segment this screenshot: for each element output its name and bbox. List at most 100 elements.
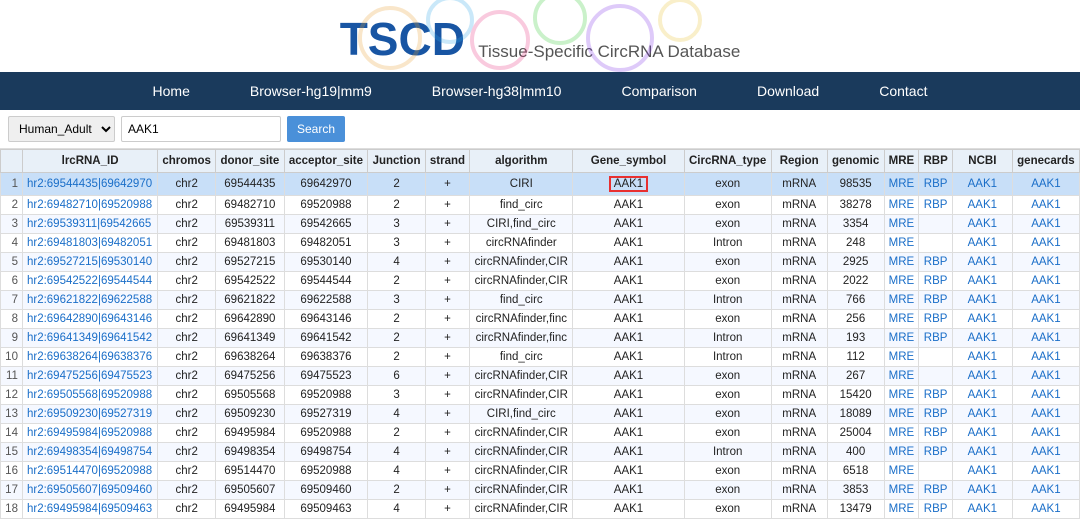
row-genecards[interactable]: AAK1 <box>1012 481 1079 500</box>
row-genecards[interactable]: AAK1 <box>1012 500 1079 519</box>
row-genecards[interactable]: AAK1 <box>1012 310 1079 329</box>
table-row[interactable]: 6hr2:69542522|69544544chr269542522695445… <box>1 272 1080 291</box>
row-rbp[interactable]: RBP <box>919 329 953 348</box>
row-id[interactable]: hr2:69505568|69520988 <box>22 386 157 405</box>
search-button[interactable]: Search <box>287 116 345 142</box>
table-row[interactable]: 5hr2:69527215|69530140chr269527215695301… <box>1 253 1080 272</box>
row-id[interactable]: hr2:69481803|69482051 <box>22 234 157 253</box>
table-row[interactable]: 8hr2:69642890|69643146chr269642890696431… <box>1 310 1080 329</box>
table-row[interactable]: 4hr2:69481803|69482051chr269481803694820… <box>1 234 1080 253</box>
row-mre[interactable]: MRE <box>884 272 919 291</box>
row-ncbi[interactable]: AAK1 <box>952 173 1012 196</box>
nav-browser-hg19[interactable]: Browser-hg19|mm9 <box>220 72 402 110</box>
row-ncbi[interactable]: AAK1 <box>952 405 1012 424</box>
row-ncbi[interactable]: AAK1 <box>952 462 1012 481</box>
row-mre[interactable]: MRE <box>884 500 919 519</box>
row-rbp[interactable]: RBP <box>919 310 953 329</box>
row-mre[interactable]: MRE <box>884 310 919 329</box>
row-mre[interactable]: MRE <box>884 173 919 196</box>
row-ncbi[interactable]: AAK1 <box>952 196 1012 215</box>
row-genecards[interactable]: AAK1 <box>1012 386 1079 405</box>
nav-comparison[interactable]: Comparison <box>591 72 726 110</box>
row-ncbi[interactable]: AAK1 <box>952 386 1012 405</box>
row-id[interactable]: hr2:69514470|69520988 <box>22 462 157 481</box>
row-id[interactable]: hr2:69475256|69475523 <box>22 367 157 386</box>
row-rbp[interactable]: RBP <box>919 443 953 462</box>
row-mre[interactable]: MRE <box>884 196 919 215</box>
row-genecards[interactable]: AAK1 <box>1012 272 1079 291</box>
row-genecards[interactable]: AAK1 <box>1012 348 1079 367</box>
row-mre[interactable]: MRE <box>884 253 919 272</box>
row-id[interactable]: hr2:69495984|69520988 <box>22 424 157 443</box>
row-genecards[interactable]: AAK1 <box>1012 234 1079 253</box>
row-rbp[interactable]: RBP <box>919 196 953 215</box>
row-id[interactable]: hr2:69505607|69509460 <box>22 481 157 500</box>
row-ncbi[interactable]: AAK1 <box>952 234 1012 253</box>
row-mre[interactable]: MRE <box>884 405 919 424</box>
row-mre[interactable]: MRE <box>884 291 919 310</box>
row-genecards[interactable]: AAK1 <box>1012 367 1079 386</box>
row-rbp[interactable]: RBP <box>919 500 953 519</box>
table-row[interactable]: 15hr2:69498354|69498754chr26949835469498… <box>1 443 1080 462</box>
row-mre[interactable]: MRE <box>884 329 919 348</box>
row-rbp[interactable]: RBP <box>919 291 953 310</box>
table-row[interactable]: 2hr2:69482710|69520988chr269482710695209… <box>1 196 1080 215</box>
row-ncbi[interactable]: AAK1 <box>952 481 1012 500</box>
row-mre[interactable]: MRE <box>884 424 919 443</box>
row-id[interactable]: hr2:69498354|69498754 <box>22 443 157 462</box>
row-id[interactable]: hr2:69527215|69530140 <box>22 253 157 272</box>
row-mre[interactable]: MRE <box>884 443 919 462</box>
table-row[interactable]: 1hr2:69544435|69642970chr269544435696429… <box>1 173 1080 196</box>
row-id[interactable]: hr2:69495984|69509463 <box>22 500 157 519</box>
row-genecards[interactable]: AAK1 <box>1012 173 1079 196</box>
row-ncbi[interactable]: AAK1 <box>952 291 1012 310</box>
row-genecards[interactable]: AAK1 <box>1012 291 1079 310</box>
row-id[interactable]: hr2:69509230|69527319 <box>22 405 157 424</box>
row-rbp[interactable]: RBP <box>919 272 953 291</box>
row-ncbi[interactable]: AAK1 <box>952 272 1012 291</box>
table-row[interactable]: 17hr2:69505607|69509460chr26950560769509… <box>1 481 1080 500</box>
table-row[interactable]: 7hr2:69621822|69622588chr269621822696225… <box>1 291 1080 310</box>
row-id[interactable]: hr2:69621822|69622588 <box>22 291 157 310</box>
nav-home[interactable]: Home <box>123 72 220 110</box>
row-id[interactable]: hr2:69539311|69542665 <box>22 215 157 234</box>
table-row[interactable]: 3hr2:69539311|69542665chr269539311695426… <box>1 215 1080 234</box>
row-mre[interactable]: MRE <box>884 367 919 386</box>
row-rbp[interactable]: RBP <box>919 253 953 272</box>
row-rbp[interactable]: RBP <box>919 481 953 500</box>
row-id[interactable]: hr2:69482710|69520988 <box>22 196 157 215</box>
table-row[interactable]: 11hr2:69475256|69475523chr26947525669475… <box>1 367 1080 386</box>
table-row[interactable]: 12hr2:69505568|69520988chr26950556869520… <box>1 386 1080 405</box>
row-mre[interactable]: MRE <box>884 462 919 481</box>
row-mre[interactable]: MRE <box>884 348 919 367</box>
row-mre[interactable]: MRE <box>884 215 919 234</box>
row-ncbi[interactable]: AAK1 <box>952 500 1012 519</box>
nav-browser-hg38[interactable]: Browser-hg38|mm10 <box>402 72 592 110</box>
search-input[interactable] <box>121 116 281 142</box>
row-genecards[interactable]: AAK1 <box>1012 424 1079 443</box>
table-row[interactable]: 13hr2:69509230|69527319chr26950923069527… <box>1 405 1080 424</box>
row-genecards[interactable]: AAK1 <box>1012 215 1079 234</box>
row-ncbi[interactable]: AAK1 <box>952 215 1012 234</box>
row-rbp[interactable]: RBP <box>919 173 953 196</box>
row-id[interactable]: hr2:69544435|69642970 <box>22 173 157 196</box>
table-row[interactable]: 10hr2:69638264|69638376chr26963826469638… <box>1 348 1080 367</box>
row-genecards[interactable]: AAK1 <box>1012 405 1079 424</box>
row-genecards[interactable]: AAK1 <box>1012 462 1079 481</box>
row-genecards[interactable]: AAK1 <box>1012 253 1079 272</box>
row-ncbi[interactable]: AAK1 <box>952 348 1012 367</box>
row-mre[interactable]: MRE <box>884 234 919 253</box>
table-row[interactable]: 16hr2:69514470|69520988chr26951447069520… <box>1 462 1080 481</box>
row-genecards[interactable]: AAK1 <box>1012 443 1079 462</box>
row-rbp[interactable]: RBP <box>919 386 953 405</box>
row-id[interactable]: hr2:69641349|69641542 <box>22 329 157 348</box>
row-rbp[interactable]: RBP <box>919 424 953 443</box>
row-genecards[interactable]: AAK1 <box>1012 196 1079 215</box>
table-row[interactable]: 18hr2:69495984|69509463chr26949598469509… <box>1 500 1080 519</box>
row-ncbi[interactable]: AAK1 <box>952 253 1012 272</box>
row-genecards[interactable]: AAK1 <box>1012 329 1079 348</box>
row-id[interactable]: hr2:69542522|69544544 <box>22 272 157 291</box>
row-ncbi[interactable]: AAK1 <box>952 424 1012 443</box>
row-id[interactable]: hr2:69638264|69638376 <box>22 348 157 367</box>
nav-contact[interactable]: Contact <box>849 72 957 110</box>
